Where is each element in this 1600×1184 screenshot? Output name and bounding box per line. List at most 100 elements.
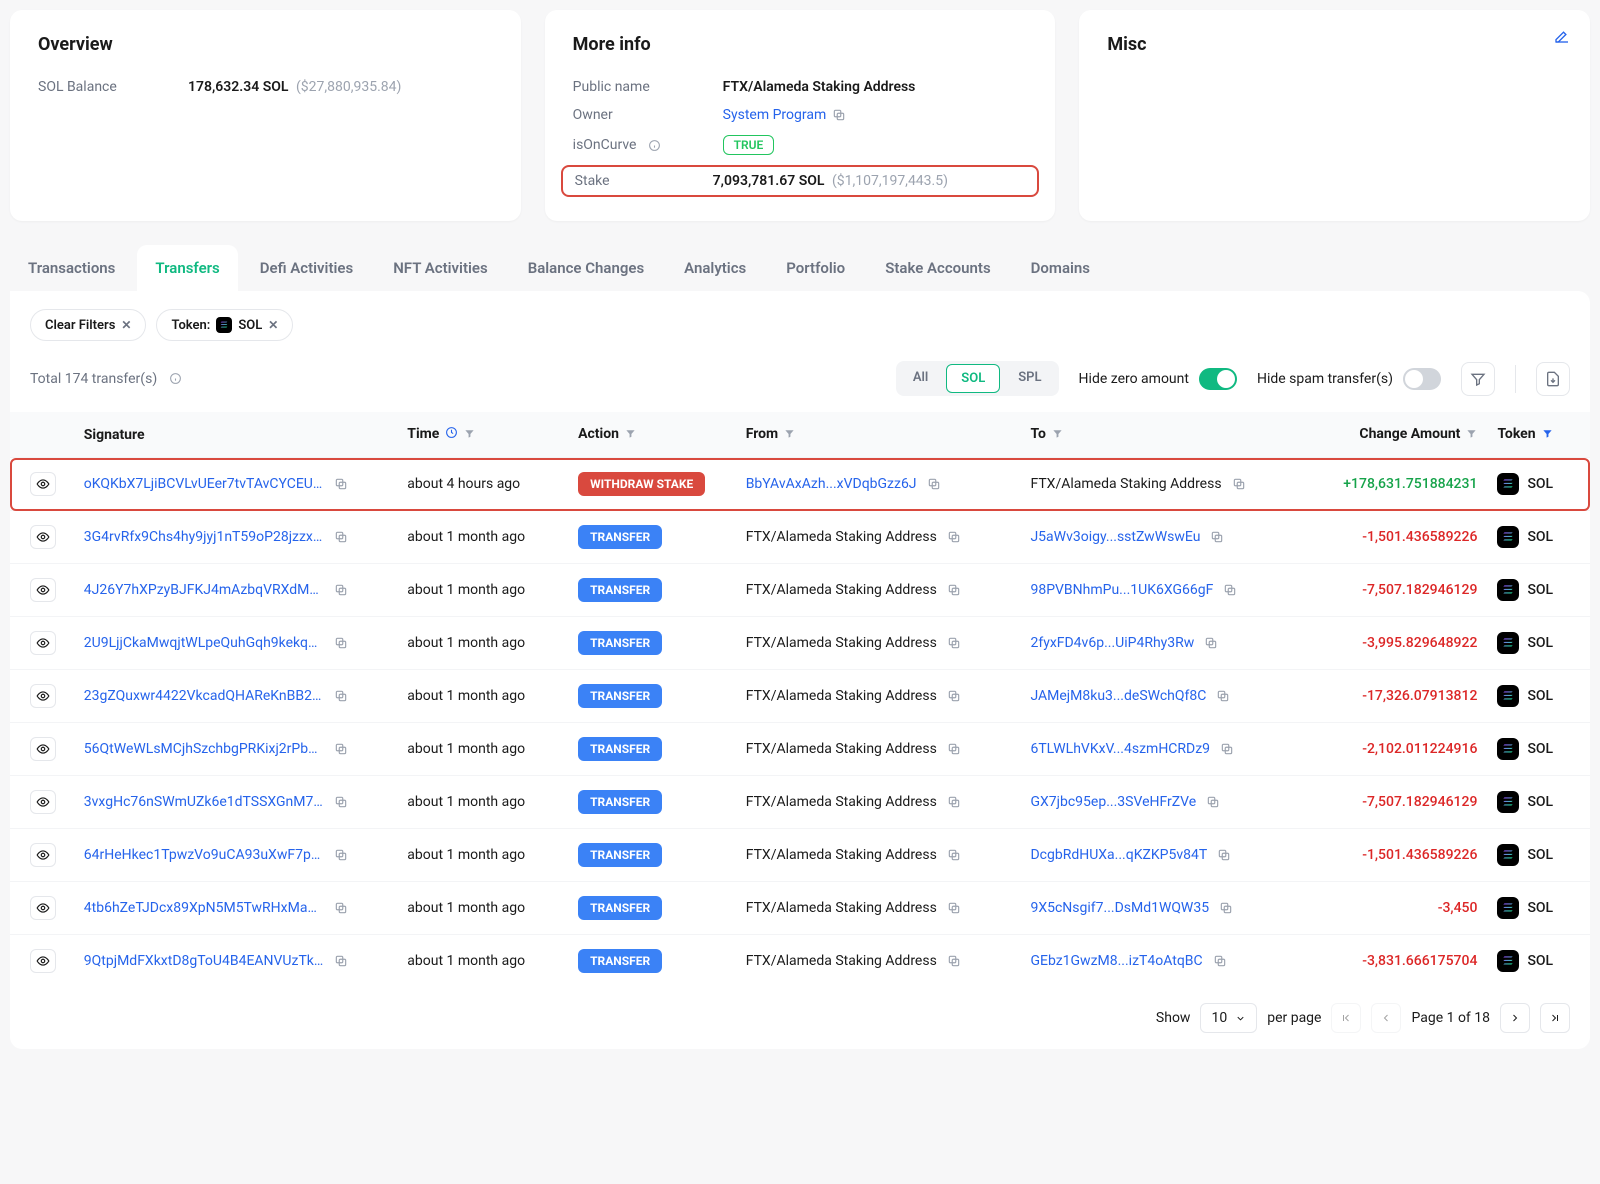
- tab-defi-activities[interactable]: Defi Activities: [242, 245, 371, 291]
- view-button[interactable]: [30, 472, 56, 496]
- clear-filters-chip[interactable]: Clear Filters✕: [30, 309, 146, 341]
- copy-icon[interactable]: [1220, 742, 1234, 756]
- prev-page-button[interactable]: [1371, 1003, 1401, 1033]
- copy-icon[interactable]: [947, 795, 961, 809]
- header-signature[interactable]: Signature: [74, 412, 397, 458]
- per-page-select[interactable]: 10: [1200, 1003, 1257, 1033]
- copy-icon[interactable]: [334, 636, 348, 650]
- tab-portfolio[interactable]: Portfolio: [768, 245, 863, 291]
- view-button[interactable]: [30, 949, 56, 973]
- view-button[interactable]: [30, 737, 56, 761]
- signature-link[interactable]: 4J26Y7hXPzyBJFKJ4mAzbqVRXdMFXY...: [84, 582, 324, 598]
- copy-icon[interactable]: [947, 848, 961, 862]
- copy-icon[interactable]: [947, 901, 961, 915]
- copy-icon[interactable]: [334, 848, 348, 862]
- from-address-link[interactable]: BbYAvAxAzh...xVDqbGzz6J: [746, 476, 917, 492]
- tab-nft-activities[interactable]: NFT Activities: [375, 245, 506, 291]
- copy-icon[interactable]: [1206, 795, 1220, 809]
- signature-link[interactable]: 64rHeHkec1TpwzVo9uCA93uXwF7pByT...: [84, 847, 324, 863]
- view-button[interactable]: [30, 843, 56, 867]
- copy-icon[interactable]: [1217, 848, 1231, 862]
- header-token[interactable]: Token: [1487, 412, 1590, 458]
- to-address-link[interactable]: GEbz1GwzM8...izT4oAtqBC: [1030, 953, 1202, 969]
- tab-transactions[interactable]: Transactions: [10, 245, 133, 291]
- tab-analytics[interactable]: Analytics: [666, 245, 764, 291]
- copy-icon[interactable]: [1204, 636, 1218, 650]
- view-button[interactable]: [30, 896, 56, 920]
- tab-balance-changes[interactable]: Balance Changes: [510, 245, 662, 291]
- filter-icon[interactable]: [1466, 427, 1477, 443]
- copy-icon[interactable]: [334, 477, 348, 491]
- header-amount[interactable]: Change Amount: [1294, 412, 1488, 458]
- copy-icon[interactable]: [947, 742, 961, 756]
- signature-link[interactable]: 23gZQuxwr4422VkcadQHAReKnBB291b...: [84, 688, 324, 704]
- header-time[interactable]: Time: [397, 412, 568, 458]
- copy-icon[interactable]: [947, 954, 961, 968]
- copy-icon[interactable]: [334, 530, 348, 544]
- copy-icon[interactable]: [1213, 954, 1227, 968]
- to-address-link[interactable]: J5aWv3oigy...sstZwWswEu: [1030, 529, 1200, 545]
- hide-zero-toggle[interactable]: [1199, 368, 1237, 390]
- first-page-button[interactable]: [1331, 1003, 1361, 1033]
- filter-icon[interactable]: [625, 427, 636, 443]
- segment-spl[interactable]: SPL: [1004, 364, 1055, 393]
- signature-link[interactable]: 56QtWeWLsMCjhSzchbgPRKixj2rPbJywL...: [84, 741, 324, 757]
- header-from[interactable]: From: [736, 412, 1021, 458]
- token-filter-chip[interactable]: Token: SOL✕: [156, 309, 293, 341]
- tab-domains[interactable]: Domains: [1013, 245, 1108, 291]
- filter-button[interactable]: [1461, 362, 1495, 396]
- copy-icon[interactable]: [1216, 689, 1230, 703]
- info-icon[interactable]: [648, 139, 661, 152]
- copy-icon[interactable]: [832, 108, 846, 122]
- signature-link[interactable]: 9QtpjMdFXkxtD8gToU4B4EANVUzTkNqv...: [84, 953, 324, 969]
- copy-icon[interactable]: [947, 530, 961, 544]
- to-address-link[interactable]: 9X5cNsgif7...DsMd1WQW35: [1030, 900, 1209, 916]
- copy-icon[interactable]: [947, 583, 961, 597]
- signature-link[interactable]: 2U9LjjCkaMwqjtWLpeQuhGqh9kekqWa1...: [84, 635, 324, 651]
- signature-link[interactable]: 4tb6hZeTJDcx89XpN5M5TwRHxMa9jAik...: [84, 900, 324, 916]
- download-button[interactable]: [1536, 362, 1570, 396]
- header-action[interactable]: Action: [568, 412, 736, 458]
- to-address-link[interactable]: 6TLWLhVKxV...4szmHCRDz9: [1030, 741, 1210, 757]
- signature-link[interactable]: oKQKbX7LjiBCVLvUEer7tvTAvCYCEUgqJ...: [84, 476, 324, 492]
- signature-link[interactable]: 3vxgHc76nSWmUZk6e1dTSSXGnM7jkao...: [84, 794, 324, 810]
- copy-icon[interactable]: [334, 689, 348, 703]
- copy-icon[interactable]: [1232, 477, 1246, 491]
- view-button[interactable]: [30, 684, 56, 708]
- view-button[interactable]: [30, 790, 56, 814]
- view-button[interactable]: [30, 525, 56, 549]
- edit-icon[interactable]: [1554, 28, 1570, 44]
- copy-icon[interactable]: [947, 636, 961, 650]
- copy-icon[interactable]: [1210, 530, 1224, 544]
- copy-icon[interactable]: [1223, 583, 1237, 597]
- tab-transfers[interactable]: Transfers: [137, 245, 237, 291]
- segment-sol[interactable]: SOL: [946, 364, 1000, 393]
- to-address-link[interactable]: 98PVBNhmPu...1UK6XG66gF: [1030, 582, 1213, 598]
- segment-all[interactable]: All: [899, 364, 942, 393]
- filter-icon[interactable]: [784, 427, 795, 443]
- hide-spam-toggle[interactable]: [1403, 368, 1441, 390]
- to-address-link[interactable]: DcgbRdHUXa...qKZKP5v84T: [1030, 847, 1207, 863]
- copy-icon[interactable]: [334, 742, 348, 756]
- next-page-button[interactable]: [1500, 1003, 1530, 1033]
- filter-icon[interactable]: [464, 427, 475, 443]
- filter-icon[interactable]: [1052, 427, 1063, 443]
- copy-icon[interactable]: [334, 954, 348, 968]
- copy-icon[interactable]: [927, 477, 941, 491]
- to-address-link[interactable]: JAMejM8ku3...deSWchQf8C: [1030, 688, 1206, 704]
- last-page-button[interactable]: [1540, 1003, 1570, 1033]
- view-button[interactable]: [30, 631, 56, 655]
- owner-link[interactable]: System Program: [723, 107, 827, 123]
- tab-stake-accounts[interactable]: Stake Accounts: [867, 245, 1008, 291]
- info-icon[interactable]: [169, 372, 182, 385]
- copy-icon[interactable]: [947, 689, 961, 703]
- copy-icon[interactable]: [334, 901, 348, 915]
- to-address-link[interactable]: GX7jbc95ep...3SVeHFrZVe: [1030, 794, 1196, 810]
- header-to[interactable]: To: [1020, 412, 1293, 458]
- copy-icon[interactable]: [334, 583, 348, 597]
- copy-icon[interactable]: [334, 795, 348, 809]
- view-button[interactable]: [30, 578, 56, 602]
- copy-icon[interactable]: [1219, 901, 1233, 915]
- signature-link[interactable]: 3G4rvRfx9Chs4hy9jyj1nT59oP28jzzxwuk...: [84, 529, 324, 545]
- to-address-link[interactable]: 2fyxFD4v6p...UiP4Rhy3Rw: [1030, 635, 1194, 651]
